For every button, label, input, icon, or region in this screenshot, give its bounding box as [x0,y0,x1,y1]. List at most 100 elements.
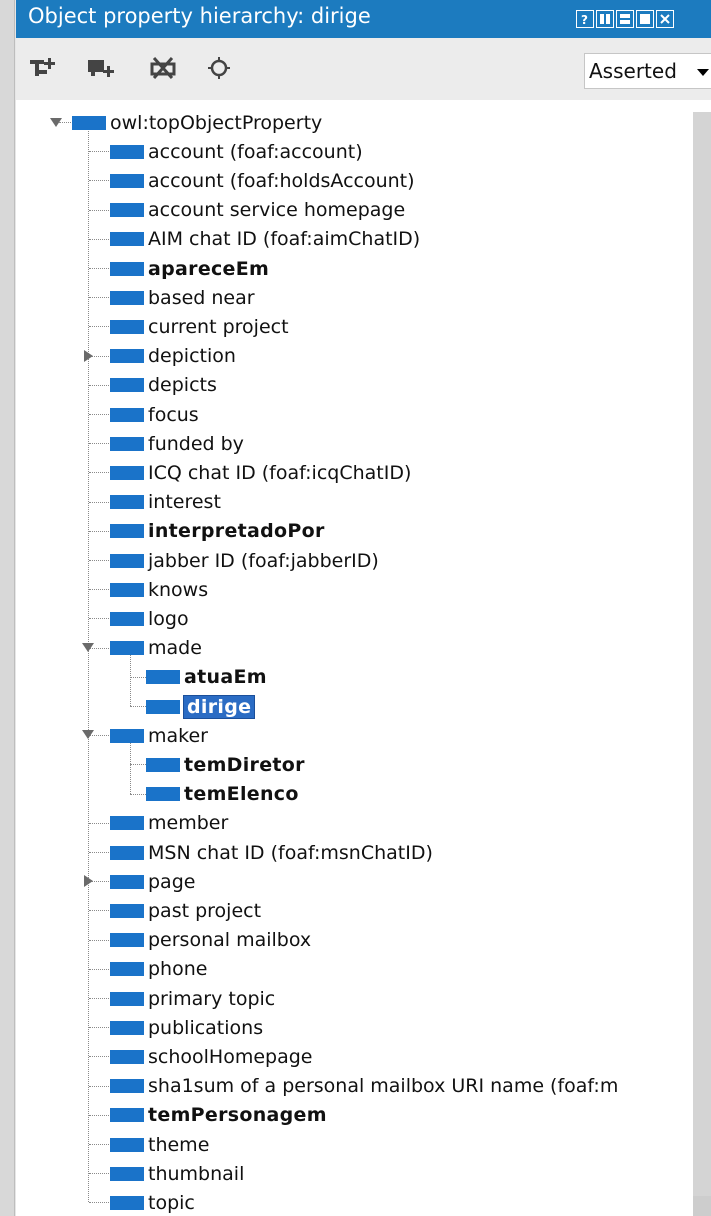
tree-item[interactable]: interpretadoPor [110,517,325,546]
tree-item[interactable]: current project [110,312,289,341]
tree-connector [88,128,89,1203]
tree-connector [89,910,109,912]
tree-item[interactable]: based near [110,283,255,312]
collapse-arrow-icon[interactable] [84,349,93,362]
property-icon [110,378,144,393]
tree-item[interactable]: depicts [110,371,217,400]
tree-item-label: publications [148,1016,264,1039]
expand-arrow-icon[interactable] [82,642,94,652]
tree-connector [89,1202,109,1204]
property-icon [110,553,144,568]
property-icon [110,349,144,364]
property-icon [72,115,106,130]
help-icon[interactable]: ? [576,10,594,28]
split-horizontal-icon[interactable] [616,10,634,28]
tree-item[interactable]: phone [110,955,207,984]
tree-item[interactable]: page [110,867,195,896]
tree-connector [59,122,71,123]
tree-item[interactable]: knows [110,575,208,604]
tree-child-item[interactable]: temDiretor [146,750,305,779]
tree-connector [89,238,109,240]
tree-connector [89,589,109,591]
tree-child-item[interactable]: dirige [146,692,256,721]
tree-item[interactable]: apareceEm [110,254,269,283]
tree-connector [89,618,109,620]
add-sibling-property-icon[interactable] [88,56,116,80]
property-icon [110,1079,144,1094]
tree-item[interactable]: MSN chat ID (foaf:msnChatID) [110,838,433,867]
property-icon [146,670,180,685]
property-icon [146,787,180,802]
tree-item-label: jabber ID (foaf:jabberID) [148,549,379,572]
tree-item[interactable]: account service homepage [110,196,405,225]
tree-item[interactable]: interest [110,488,221,517]
scrollbar-thumb[interactable] [693,1196,711,1216]
tree-item[interactable]: made [110,634,202,663]
tree-item[interactable]: member [110,809,228,838]
tree-item-label: thumbnail [148,1162,245,1185]
tree-connector [89,268,109,269]
tree-item[interactable]: sha1sum of a personal mailbox URI name (… [110,1072,618,1101]
tree-item[interactable]: account (foaf:holdsAccount) [110,166,415,195]
tree-item[interactable]: temPersonagem [110,1101,327,1130]
tree-connector [89,151,109,153]
property-icon [110,1195,144,1210]
tree-item[interactable]: publications [110,1013,263,1042]
tree-item[interactable]: funded by [110,429,244,458]
tree-item[interactable]: AIM chat ID (foaf:aimChatID) [110,225,420,254]
close-icon[interactable] [656,10,674,28]
tree-root-label: owl:topObjectProperty [110,111,323,134]
tree-item[interactable]: jabber ID (foaf:jabberID) [110,546,379,575]
tree-item-label: interest [148,491,221,514]
tree-connector [89,297,109,299]
property-icon [110,407,144,422]
vertical-scrollbar[interactable] [693,112,711,1216]
view-mode-dropdown[interactable]: Asserted [584,53,711,89]
tree-item[interactable]: past project [110,896,261,925]
object-property-hierarchy-panel: Object property hierarchy: dirige ? owl:… [16,0,711,1216]
search-icon[interactable] [206,56,234,80]
tree-item[interactable]: focus [110,400,199,429]
property-icon [110,436,144,451]
tree-item[interactable]: primary topic [110,984,275,1013]
tree-item[interactable]: theme [110,1130,209,1159]
tree-connector [89,939,109,941]
add-subproperty-icon[interactable] [30,56,58,80]
tree-item[interactable]: ICQ chat ID (foaf:icqChatID) [110,458,411,487]
tree-connector [130,676,146,678]
property-icon [110,933,144,948]
tree-item[interactable]: depiction [110,342,236,371]
property-icon [110,465,144,480]
tree-item-label: page [148,870,196,893]
maximize-icon[interactable] [636,10,654,28]
property-icon [110,173,144,188]
tree-connector [89,1056,109,1058]
tree-child-item[interactable]: atuaEm [146,663,267,692]
tree-item-label: based near [148,286,255,309]
tree-item[interactable]: logo [110,604,189,633]
tree-item[interactable]: account (foaf:account) [110,137,363,166]
tree-connector [89,852,109,853]
window-buttons: ? [576,10,674,28]
tree-item-label: personal mailbox [148,929,312,952]
tree-connector [89,443,109,445]
tree-connector [130,706,146,707]
expand-arrow-icon[interactable] [82,730,94,740]
property-icon [110,319,144,334]
split-vertical-icon[interactable] [596,10,614,28]
tree-item[interactable]: maker [110,721,208,750]
tree-item[interactable]: thumbnail [110,1159,244,1188]
tree-item-label: dirige [182,694,256,719]
tree-item[interactable]: schoolHomepage [110,1042,312,1071]
collapse-arrow-icon[interactable] [84,875,93,888]
tree-root-item[interactable]: owl:topObjectProperty [72,108,322,137]
tree-item[interactable]: personal mailbox [110,926,311,955]
tree-item-label: AIM chat ID (foaf:aimChatID) [148,228,421,251]
tree-item[interactable]: topic [110,1188,195,1216]
property-icon [110,524,144,539]
tree-item-label: schoolHomepage [148,1045,313,1068]
tree-connector [89,1027,109,1029]
delete-property-icon[interactable] [150,56,178,80]
tree-child-item[interactable]: temElenco [146,780,299,809]
tree-item-label: focus [148,403,199,426]
